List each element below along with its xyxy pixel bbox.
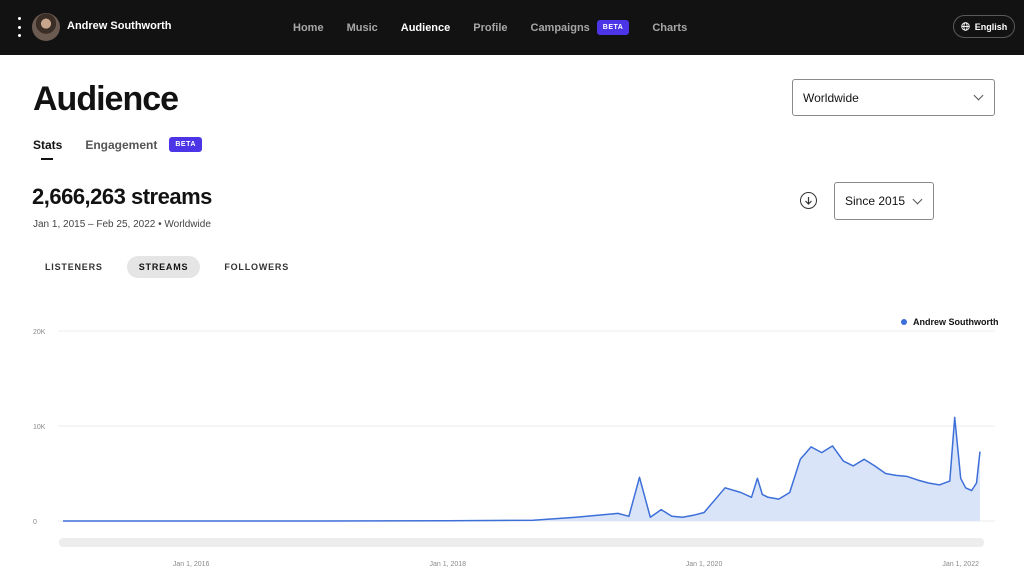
- region-dropdown[interactable]: Worldwide: [792, 79, 995, 116]
- tab-listeners[interactable]: LISTENERS: [33, 256, 115, 278]
- period-dropdown[interactable]: Since 2015: [834, 182, 934, 220]
- tab-stats[interactable]: Stats: [33, 138, 62, 160]
- series-area: [63, 417, 980, 521]
- date-range-text: Jan 1, 2015 – Feb 25, 2022 • Worldwide: [33, 219, 211, 230]
- top-navigation-bar: Andrew Southworth Home Music Audience Pr…: [0, 0, 1024, 55]
- nav-campaigns[interactable]: Campaigns BETA: [531, 20, 630, 35]
- total-streams: 2,666,263 streams: [32, 184, 212, 209]
- x-tick-label: Jan 1, 2022: [942, 561, 979, 568]
- artist-name[interactable]: Andrew Southworth: [67, 20, 172, 32]
- y-tick-label: 0: [33, 519, 37, 526]
- nav-charts[interactable]: Charts: [652, 22, 687, 34]
- x-tick-label: Jan 1, 2018: [429, 561, 466, 568]
- nav-profile[interactable]: Profile: [473, 22, 507, 34]
- tab-followers[interactable]: FOLLOWERS: [212, 256, 301, 278]
- nav-music[interactable]: Music: [347, 22, 378, 34]
- x-tick-label: Jan 1, 2020: [686, 561, 723, 568]
- language-button[interactable]: English: [953, 15, 1015, 38]
- main-nav: Home Music Audience Profile Campaigns BET…: [293, 0, 710, 55]
- tab-engagement[interactable]: Engagement: [85, 138, 157, 152]
- beta-badge: BETA: [596, 20, 630, 35]
- nav-home[interactable]: Home: [293, 22, 324, 34]
- chevron-down-icon: [973, 90, 984, 101]
- chart-range-scrollbar[interactable]: [59, 538, 984, 547]
- region-value: Worldwide: [803, 90, 859, 105]
- beta-badge: BETA: [169, 137, 202, 152]
- x-tick-label: Jan 1, 2016: [173, 561, 210, 568]
- nav-audience[interactable]: Audience: [401, 22, 451, 34]
- globe-icon: [961, 22, 970, 31]
- tab-streams[interactable]: STREAMS: [126, 256, 201, 278]
- more-menu-icon[interactable]: [15, 17, 23, 37]
- page-title: Audience: [33, 80, 179, 118]
- language-label: English: [974, 21, 1008, 32]
- chevron-down-icon: [912, 194, 923, 204]
- download-icon[interactable]: [800, 192, 817, 209]
- y-tick-label: 20K: [33, 329, 46, 336]
- avatar[interactable]: [32, 13, 60, 41]
- y-tick-label: 10K: [33, 424, 46, 431]
- sub-tabs: Stats Engagement BETA: [33, 137, 202, 160]
- metric-tabs: LISTENERS STREAMS FOLLOWERS: [33, 256, 313, 278]
- period-value: Since 2015: [845, 194, 906, 208]
